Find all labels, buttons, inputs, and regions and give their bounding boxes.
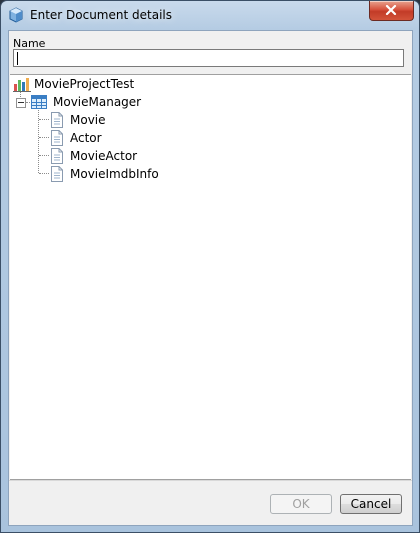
name-input[interactable]	[13, 49, 404, 67]
tree-node-label: MovieActor	[70, 149, 138, 163]
close-button[interactable]	[369, 1, 414, 21]
table-icon	[31, 95, 47, 114]
tree-node-label: Actor	[70, 131, 102, 145]
app-cube-icon	[8, 7, 24, 23]
dialog-content: Name MovieProjectTest MovieManager Movie…	[8, 30, 413, 526]
tree-node-label: Movie	[70, 113, 106, 127]
document-tree[interactable]: MovieProjectTest MovieManager Movie Acto…	[10, 74, 411, 480]
tree-connector	[26, 102, 30, 103]
tree-node-label: MovieProjectTest	[34, 77, 135, 91]
title-bar[interactable]: Enter Document details	[1, 1, 419, 29]
footer-divider	[9, 480, 412, 481]
tree-connector	[39, 119, 49, 120]
collapse-toggle[interactable]	[16, 98, 26, 108]
tree-node-label: MovieManager	[53, 95, 142, 109]
close-icon	[385, 5, 397, 15]
cancel-button[interactable]: Cancel	[340, 494, 402, 514]
text-caret	[17, 52, 18, 65]
tree-node-label: MovieImdbInfo	[70, 167, 159, 181]
tree-connector	[39, 173, 49, 174]
ok-button[interactable]: OK	[270, 494, 332, 514]
window-title: Enter Document details	[30, 8, 172, 22]
document-icon	[50, 166, 64, 187]
dialog-window: Enter Document details Name MovieProject…	[0, 0, 420, 533]
tree-connector	[39, 137, 49, 138]
project-icon	[13, 76, 31, 97]
tree-connector	[39, 155, 49, 156]
